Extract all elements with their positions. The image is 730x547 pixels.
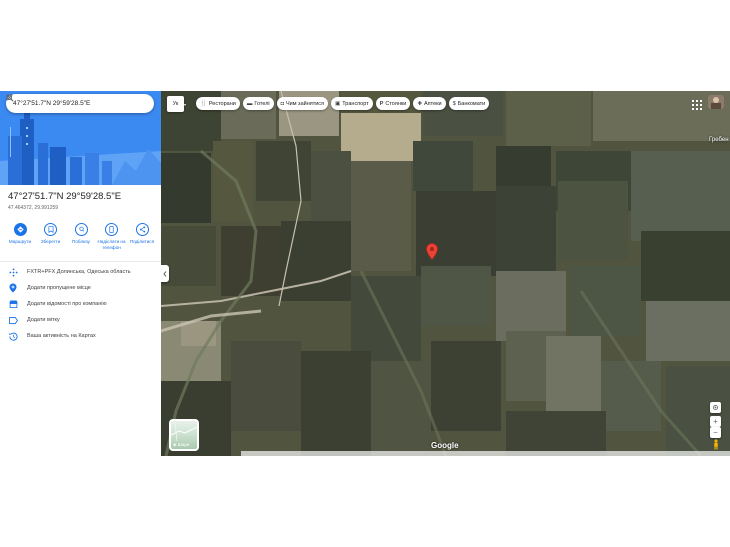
- label-icon: [8, 315, 18, 325]
- save-button[interactable]: Зберегти: [36, 223, 66, 250]
- add-missing-place-row[interactable]: Додати пропущене місце: [8, 283, 91, 293]
- place-side-panel: 47°27'51.7"N 29°59'28.5"E 47°27'51.7"N 2…: [0, 91, 161, 456]
- bottom-blank-area: [0, 456, 730, 547]
- share-label: Поділитися: [129, 239, 155, 244]
- close-icon[interactable]: [6, 94, 151, 111]
- satellite-imagery: [161, 91, 730, 456]
- chevron-down-icon[interactable]: ▾: [184, 96, 188, 112]
- layers-toggle-button[interactable]: ◈ Шари: [169, 419, 199, 451]
- chip-atms[interactable]: $ Банкомати: [448, 97, 490, 110]
- my-location-icon: [712, 404, 719, 411]
- minus-icon: −: [713, 428, 718, 437]
- plus-icon: +: [713, 417, 718, 426]
- chip-hotels[interactable]: ▬ Готелі: [242, 97, 274, 110]
- chip-transit[interactable]: ▣ Транспорт: [331, 97, 373, 110]
- chip-transit-label: Транспорт: [342, 100, 369, 107]
- collapse-panel-button[interactable]: [161, 265, 169, 282]
- maps-activity-row[interactable]: Ваша активність на Картах: [8, 331, 96, 341]
- add-label-text: Додати мітку: [27, 317, 60, 323]
- add-business-row[interactable]: Додати відомості про компанію: [8, 299, 107, 309]
- chip-pharmacies[interactable]: ✚ Аптеки: [413, 97, 446, 110]
- share-icon: [135, 223, 149, 236]
- plus-code-text: FXTR+PFX Долинська, Одеська область: [27, 269, 131, 275]
- chip-hotels-label: Готелі: [254, 100, 270, 107]
- my-location-button[interactable]: [710, 402, 721, 413]
- satellite-map[interactable]: Ук ▾ 🍴 Ресторани ▬ Готелі ◘ Чим зайнятися ▣…: [161, 91, 730, 456]
- layers-label-text: Шари: [177, 442, 190, 447]
- google-logo: Google: [431, 441, 459, 450]
- phone-icon: [105, 223, 118, 236]
- chip-things-to-do-label: Чим зайнятися: [286, 100, 325, 107]
- avatar[interactable]: [708, 95, 724, 109]
- town-label: Гребен: [709, 137, 729, 143]
- place-coordinates: 47.464372, 29.991259: [8, 205, 59, 211]
- map-thumbnail-icon: [171, 423, 197, 441]
- top-blank-area: [0, 0, 730, 91]
- zoom-in-button[interactable]: +: [710, 416, 721, 427]
- nearby-icon: [74, 223, 88, 236]
- maps-activity-text: Ваша активність на Картах: [27, 333, 96, 339]
- business-icon: [8, 299, 18, 309]
- add-label-row[interactable]: Додати мітку: [8, 315, 60, 325]
- camera-icon: ◘: [280, 100, 284, 107]
- save-label: Зберегти: [40, 239, 61, 244]
- add-place-icon: [8, 283, 18, 293]
- chip-parking[interactable]: P Стоянки: [375, 97, 411, 110]
- add-missing-place-text: Додати пропущене місце: [27, 285, 91, 291]
- pegman-icon[interactable]: [710, 438, 721, 450]
- layers-label: ◈ Шари: [173, 442, 189, 448]
- search-input[interactable]: 47°27'51.7"N 29°59'28.5"E: [13, 100, 120, 107]
- chevron-left-icon: [163, 270, 167, 277]
- search-icon[interactable]: [6, 94, 134, 111]
- atm-icon: $: [452, 100, 456, 107]
- search-box[interactable]: 47°27'51.7"N 29°59'28.5"E: [6, 94, 154, 113]
- nearby-label: Поблизу: [72, 239, 90, 244]
- directions-label: Маршрути: [8, 239, 32, 244]
- directions-icon: [13, 223, 27, 236]
- hotel-icon: ▬: [246, 100, 253, 107]
- directions-button[interactable]: Маршрути: [5, 223, 35, 250]
- nearby-button[interactable]: Поблизу: [66, 223, 96, 250]
- chip-things-to-do[interactable]: ◘ Чим зайнятися: [276, 97, 329, 110]
- chip-restaurants[interactable]: 🍴 Ресторани: [196, 97, 240, 110]
- chip-pharmacies-label: Аптеки: [423, 100, 442, 107]
- bookmark-icon: [44, 223, 57, 236]
- place-title: 47°27'51.7"N 29°59'28.5"E: [8, 191, 122, 202]
- location-marker-icon[interactable]: [426, 243, 438, 265]
- category-chips: 🍴 Ресторани ▬ Готелі ◘ Чим зайнятися ▣ Транс…: [196, 97, 490, 110]
- plus-code-row[interactable]: FXTR+PFX Долинська, Одеська область: [8, 267, 131, 277]
- place-hero-image: 47°27'51.7"N 29°59'28.5"E: [0, 91, 161, 185]
- chip-restaurants-label: Ресторани: [208, 100, 236, 107]
- transit-icon: ▣: [335, 100, 341, 107]
- chip-parking-label: Стоянки: [385, 100, 407, 107]
- pharmacy-icon: ✚: [417, 100, 422, 107]
- chip-atms-label: Банкомати: [457, 100, 486, 107]
- language-button[interactable]: Ук: [167, 96, 184, 112]
- send-to-phone-label: Надіслати на телефон: [97, 239, 126, 250]
- zoom-out-button[interactable]: −: [710, 427, 721, 438]
- history-icon: [8, 331, 18, 341]
- plus-code-icon: [8, 267, 18, 277]
- section-divider: [0, 261, 161, 262]
- restaurant-icon: 🍴: [200, 100, 207, 107]
- send-to-phone-button[interactable]: Надіслати на телефон: [97, 223, 127, 250]
- add-business-text: Додати відомості про компанію: [27, 301, 107, 307]
- share-button[interactable]: Поділитися: [127, 223, 157, 250]
- place-actions: Маршрути Зберегти Поблизу Надіслати на т…: [5, 223, 157, 250]
- parking-icon: P: [379, 100, 384, 107]
- google-apps-icon[interactable]: [692, 97, 702, 110]
